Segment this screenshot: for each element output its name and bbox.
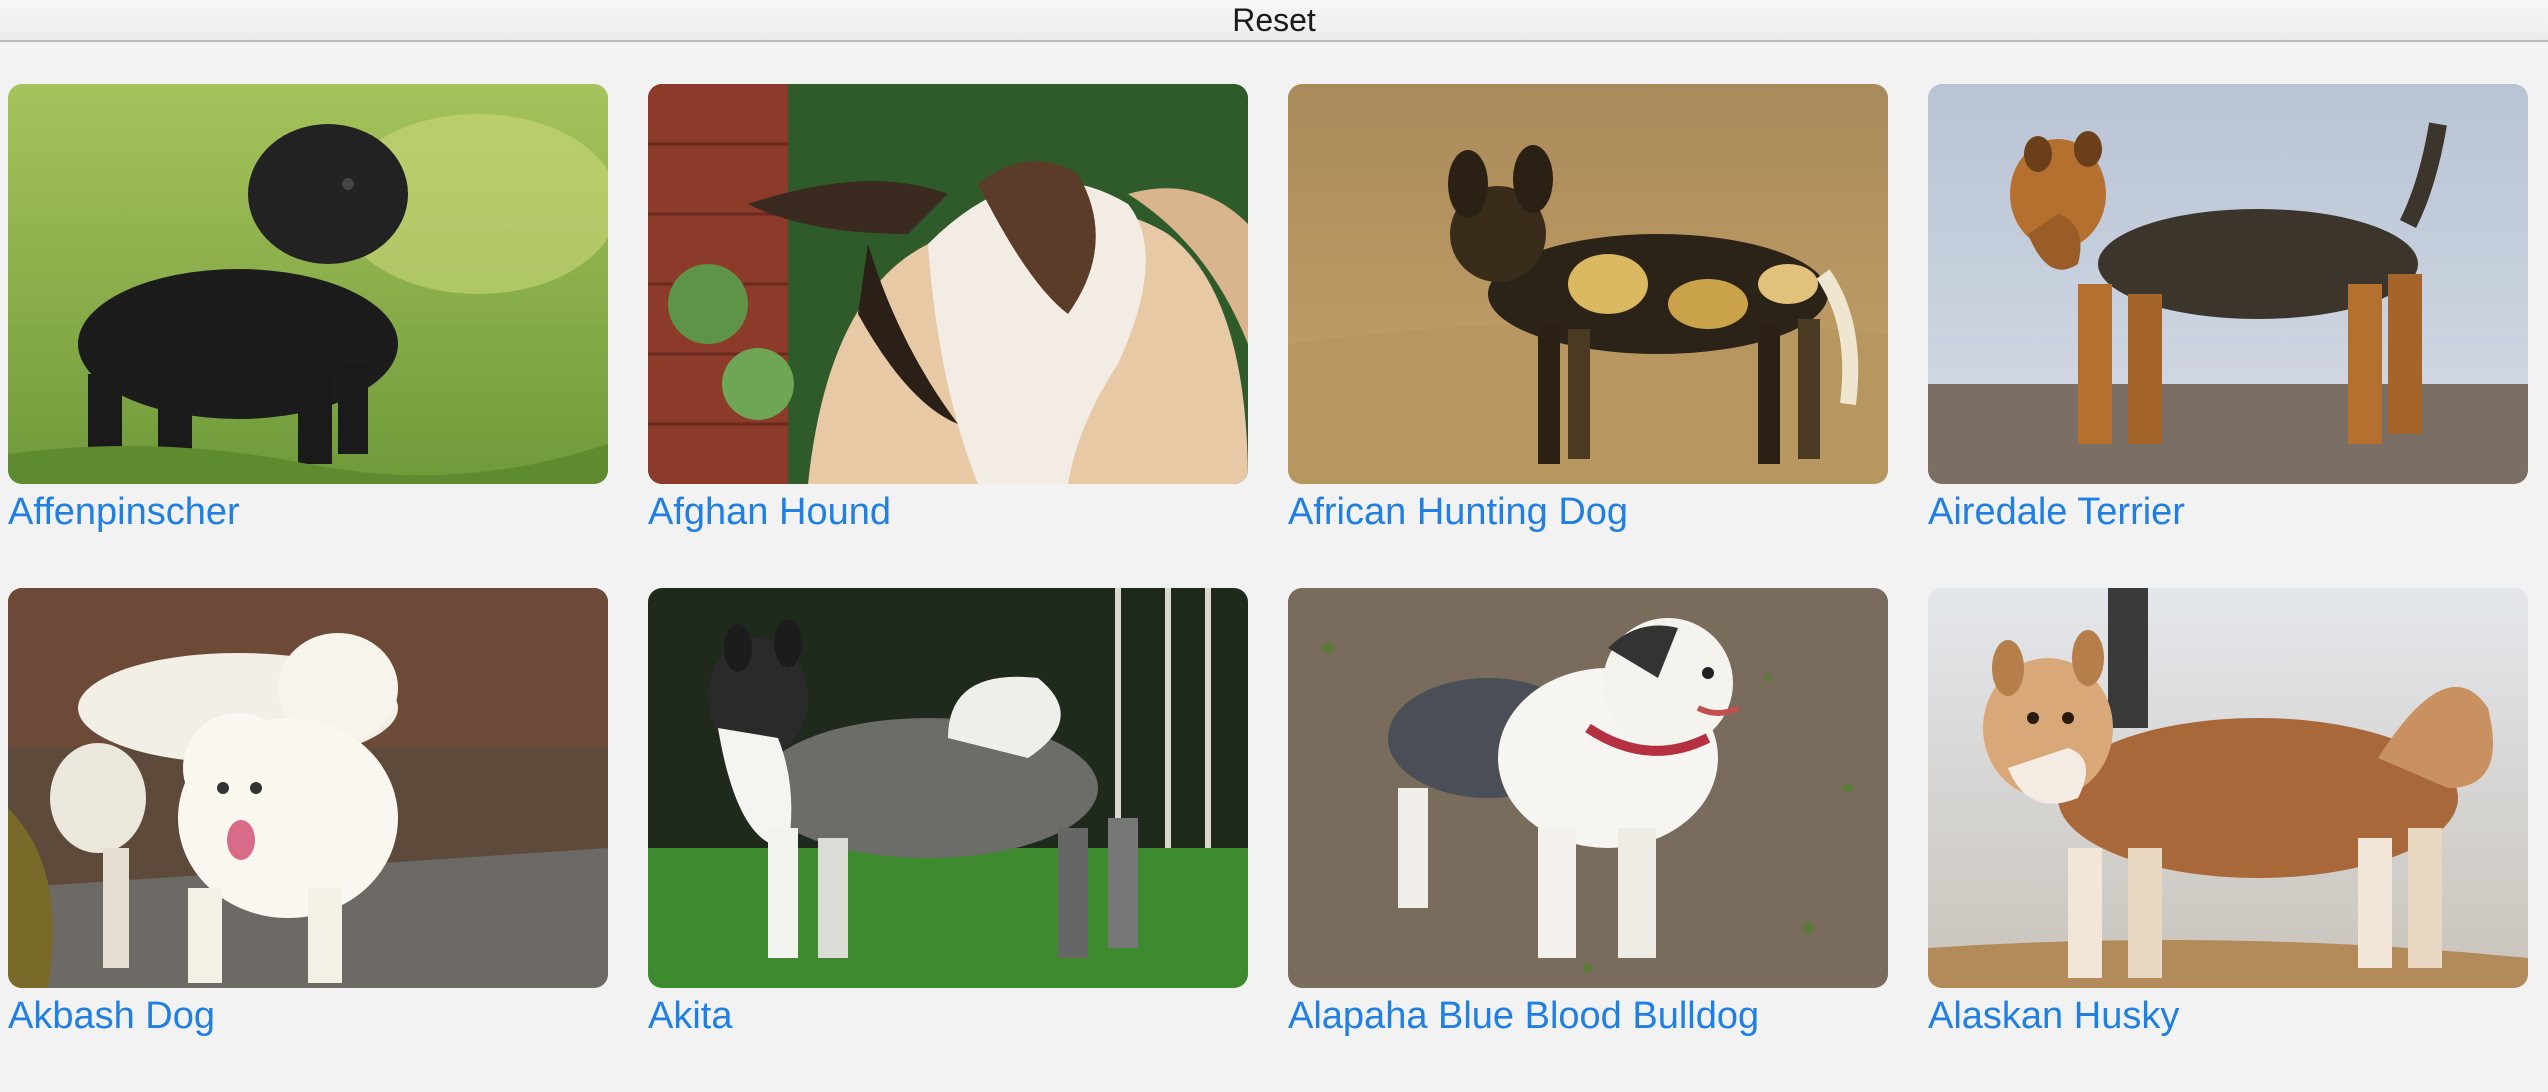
- afghan-hound-photo[interactable]: [648, 84, 1248, 484]
- airedale-terrier-photo[interactable]: [1928, 84, 2528, 484]
- breed-card[interactable]: Alapaha Blue Blood Bulldog: [1288, 588, 1888, 1092]
- breed-name[interactable]: Afghan Hound: [648, 488, 1248, 536]
- breed-name[interactable]: Alaskan Husky: [1928, 992, 2528, 1040]
- breed-card[interactable]: Akbash Dog: [8, 588, 608, 1092]
- akita-photo[interactable]: [648, 588, 1248, 988]
- breed-card[interactable]: African Hunting Dog: [1288, 84, 1888, 588]
- breed-card[interactable]: Alaskan Husky: [1928, 588, 2528, 1092]
- breed-name[interactable]: Affenpinscher: [8, 488, 608, 536]
- breed-card[interactable]: Akita: [648, 588, 1248, 1092]
- alapaha-blue-blood-bulldog-photo[interactable]: [1288, 588, 1888, 988]
- breed-name[interactable]: African Hunting Dog: [1288, 488, 1888, 536]
- breed-card[interactable]: Airedale Terrier: [1928, 84, 2528, 588]
- african-hunting-dog-photo[interactable]: [1288, 84, 1888, 484]
- alaskan-husky-photo[interactable]: [1928, 588, 2528, 988]
- breed-name[interactable]: Alapaha Blue Blood Bulldog: [1288, 992, 1888, 1040]
- breed-name[interactable]: Akbash Dog: [8, 992, 608, 1040]
- akbash-dog-photo[interactable]: [8, 588, 608, 988]
- breed-card[interactable]: Affenpinscher: [8, 84, 608, 588]
- reset-label: Reset: [1232, 2, 1316, 38]
- breed-card[interactable]: Afghan Hound: [648, 84, 1248, 588]
- reset-button[interactable]: Reset: [0, 0, 2548, 42]
- breed-grid: Affenpinscher Afghan Hound African Hunti…: [8, 84, 2548, 1092]
- breed-name[interactable]: Airedale Terrier: [1928, 488, 2528, 536]
- affenpinscher-photo[interactable]: [8, 84, 608, 484]
- breed-name[interactable]: Akita: [648, 992, 1248, 1040]
